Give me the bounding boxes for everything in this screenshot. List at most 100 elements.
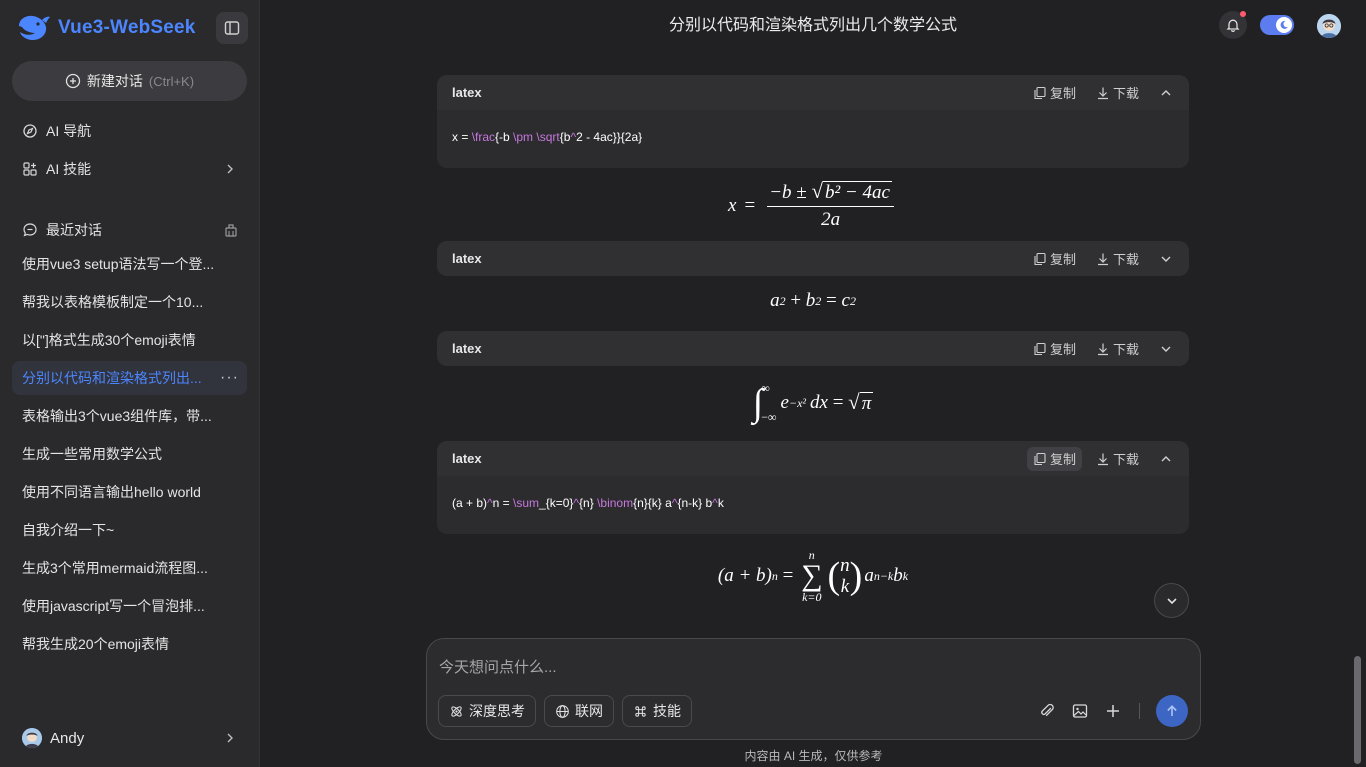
math-binom-top: n [840,555,850,576]
scrollbar[interactable] [1354,656,1361,764]
download-button[interactable]: 下载 [1090,447,1145,471]
list-item[interactable]: 使用javascript写一个冒泡排... [12,589,247,623]
theme-toggle[interactable] [1260,15,1294,35]
attach-button[interactable] [1037,701,1057,721]
list-item[interactable]: 使用vue3 setup语法写一个登... [12,247,247,281]
message-input[interactable] [439,657,1139,677]
math-binomial: ( n k ) [827,555,863,597]
list-item-active[interactable]: 分别以代码和渲染格式列出... ··· [12,361,247,395]
math-var: x [728,195,737,216]
math-upper-limit: ∞ [761,381,770,395]
math-lower-limit: −∞ [761,410,777,424]
scroll-to-bottom-button[interactable] [1154,583,1189,618]
chevron-up-icon[interactable] [1159,452,1173,466]
math-var: b [893,565,903,586]
chevron-right-icon [227,164,233,174]
math-exp: −x² [788,395,806,410]
copy-button[interactable]: 复制 [1026,446,1082,471]
list-item[interactable]: 帮我以表格模板制定一个10... [12,285,247,319]
nav-ai-skills-label: AI 技能 [46,161,92,177]
skills-toggle[interactable]: 技能 [622,695,692,727]
recent-header-label: 最近对话 [46,222,102,238]
math-sum: n ∑ k=0 [801,548,823,604]
list-item[interactable]: 生成3个常用mermaid流程图... [12,551,247,585]
plus-icon [1107,705,1119,717]
deep-think-toggle[interactable]: 深度思考 [438,695,536,727]
conversation-title: 生成3个常用mermaid流程图... [22,560,208,576]
code-keyword: \sqrt [536,130,560,144]
math-exp: k [902,568,909,583]
nav-ai-skills[interactable]: AI 技能 [12,151,247,187]
conversation-title: 自我介绍一下~ [22,522,115,538]
code-keyword: \sum [513,496,540,510]
list-item[interactable]: 帮我生成20个emoji表情 [12,627,247,661]
page-title: 分别以代码和渲染格式列出几个数学公式 [668,17,957,34]
code-content: x = \frac{-b \pm \sqrt{b^2 - 4ac}}{2a} [437,110,1189,162]
code-keyword: \pm [513,130,534,144]
code-actions: 复制 下载 [1019,441,1173,476]
clear-history-icon[interactable] [223,222,239,238]
chevron-down-icon[interactable] [1159,252,1173,266]
code-language: latex [452,85,482,100]
toolbar-divider [1139,703,1140,719]
plus-circle-icon [65,73,81,89]
download-icon [1097,453,1108,465]
copy-icon [1034,342,1046,355]
code-content: (a + b)^n = \sum_{k=0}^{n} \binom{n}{k} … [437,476,1189,528]
download-button[interactable]: 下载 [1090,247,1145,271]
code-token: 2 - 4ac}}{2a} [576,130,643,144]
list-item[interactable]: 表格输出3个vue3组件库，带... [12,399,247,433]
math-radicand: b² − 4ac [822,181,892,203]
math-op: + [785,290,806,311]
more-tools-button[interactable] [1103,701,1123,721]
conversation-title: 使用vue3 setup语法写一个登... [22,256,215,272]
notification-button[interactable] [1219,11,1247,39]
math-term: (a + b) [717,565,772,586]
code-actions: 复制 下载 [1019,75,1173,110]
code-token: k [717,496,724,510]
download-label: 下载 [1112,86,1139,101]
chevron-up-icon[interactable] [1159,86,1173,100]
chevron-down-icon[interactable] [1159,342,1173,356]
new-chat-button[interactable]: 新建对话 (Ctrl+K) [12,61,247,101]
new-chat-shortcut: (Ctrl+K) [148,73,195,89]
nav-ai-navigation[interactable]: AI 导航 [12,113,247,149]
conversation-title: 以["]格式生成30个emoji表情 [22,332,196,348]
code-block: latex 复制 下载 (a + b)^n = \sum_{k=0}^{n} \… [437,441,1189,534]
download-button[interactable]: 下载 [1090,81,1145,105]
code-actions: 复制 下载 [1019,241,1173,276]
list-item[interactable]: 生成一些常用数学公式 [12,437,247,471]
copy-label: 复制 [1049,452,1076,467]
rendered-formula-quadratic: x = −b ± √ b² − 4ac 2a [437,180,1189,232]
copy-button[interactable]: 复制 [1027,337,1082,361]
list-item[interactable]: 以["]格式生成30个emoji表情 [12,323,247,357]
download-button[interactable]: 下载 [1090,337,1145,361]
web-search-label: 联网 [575,703,603,719]
rendered-formula-pythagorean: a2 + b2 = c2 [437,284,1189,318]
copy-button[interactable]: 复制 [1027,81,1082,105]
more-options-icon[interactable]: ··· [220,369,239,387]
image-upload-button[interactable] [1070,701,1090,721]
collapse-sidebar-button[interactable] [216,12,248,44]
web-search-toggle[interactable]: 联网 [544,695,614,727]
chevron-right-icon [227,733,233,743]
avatar[interactable] [1317,14,1341,38]
conversation-title: 使用javascript写一个冒泡排... [22,598,205,614]
command-icon [635,705,646,717]
math-lower-limit: k=0 [802,590,822,604]
copy-button[interactable]: 复制 [1027,247,1082,271]
math-fraction: −b ± √ b² − 4ac 2a [767,181,894,231]
copy-label: 复制 [1049,342,1076,357]
user-menu[interactable]: Andy [12,720,247,756]
math-binom-bottom: k [840,576,850,597]
brand[interactable]: Vue3-WebSeek [16,12,196,44]
whale-logo-icon [19,15,50,40]
list-item[interactable]: 自我介绍一下~ [12,513,247,547]
code-block-header: latex 复制 下载 [437,75,1189,110]
list-item[interactable]: 使用不同语言输出hello world [12,475,247,509]
code-block: latex 复制 下载 [437,331,1189,366]
math-op: = [777,565,799,586]
code-language: latex [452,341,482,356]
math-radicand: π [859,391,874,414]
send-button[interactable] [1156,695,1188,727]
